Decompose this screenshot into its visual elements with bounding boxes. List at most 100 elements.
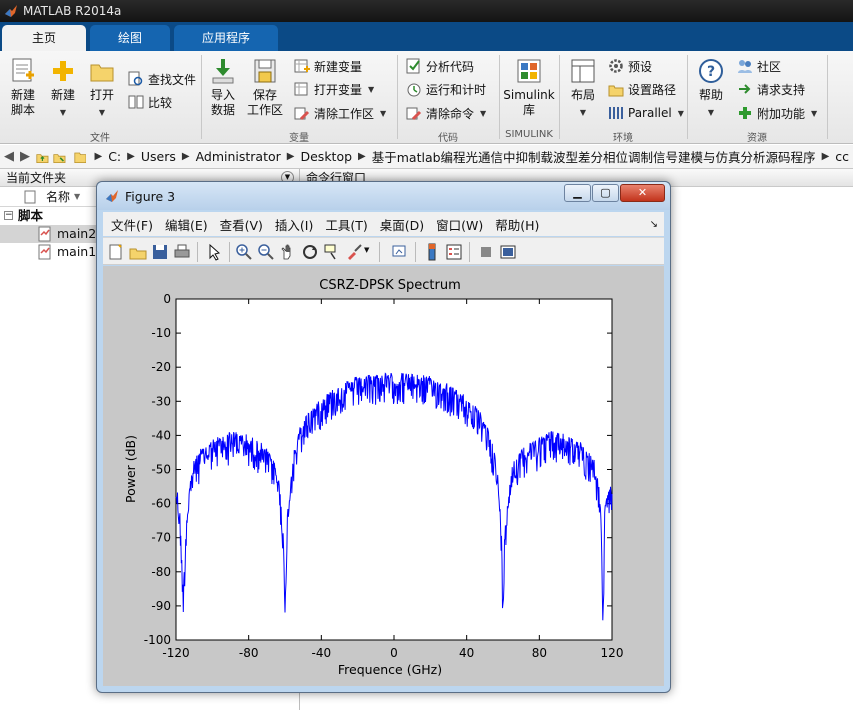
maximize-button[interactable]: ▢ <box>592 184 619 202</box>
legend-icon[interactable] <box>445 243 463 261</box>
brush-icon[interactable] <box>345 243 363 261</box>
menu-window[interactable]: 窗口(W) <box>436 215 483 234</box>
window-title: MATLAB R2014a <box>23 4 122 18</box>
clear-commands-caret-icon: ▼ <box>480 108 487 118</box>
pan-hand-icon[interactable] <box>279 243 297 261</box>
back-arrow-icon[interactable]: ◀ <box>4 149 14 164</box>
addons-icon <box>739 107 751 119</box>
clear-workspace-button[interactable]: 清除工作区 ▼ <box>294 103 386 123</box>
menu-file[interactable]: 文件(F) <box>111 215 153 234</box>
spectrum-plot[interactable]: 0 -10 -20 -30 -40 -50 -60 -70 -80 -90 -100 -120 -80… <box>103 266 664 686</box>
breadcrumb-item[interactable]: Desktop <box>300 149 352 164</box>
y-tick-label: -10 <box>151 326 171 340</box>
tab-apps[interactable]: 应用程序 <box>174 25 278 51</box>
request-support-icon <box>739 84 751 94</box>
browse-folder-icon[interactable] <box>53 149 66 165</box>
y-tick-label: -40 <box>151 428 171 442</box>
figure-toolbar: ▼ <box>103 237 664 265</box>
open-variable-icon <box>294 82 308 96</box>
new-script-button[interactable]: 新建 脚本 <box>6 57 40 118</box>
community-button[interactable]: 社区 <box>737 56 781 76</box>
up-folder-icon[interactable] <box>36 149 49 165</box>
open-file-icon[interactable] <box>129 243 147 261</box>
toolbar-separator <box>379 242 380 262</box>
open-button[interactable]: 打开 ▼ <box>86 57 118 120</box>
breadcrumb-item[interactable]: 基于matlab编程光通信中抑制载波型差分相位调制信号建模与仿真分析源码程序 <box>372 147 816 166</box>
menu-edit[interactable]: 编辑(E) <box>165 215 208 234</box>
minimize-button[interactable]: ▁ <box>564 184 591 202</box>
breadcrumb-item[interactable]: Administrator <box>196 149 281 164</box>
show-plot-tools-icon[interactable] <box>499 243 517 261</box>
data-cursor-icon[interactable] <box>323 243 341 261</box>
help-button[interactable]: ? 帮助 ▼ <box>694 57 728 120</box>
run-and-time-icon <box>407 83 421 97</box>
y-tick-label: -60 <box>151 497 171 511</box>
new-button[interactable]: 新建 ▼ <box>46 57 80 120</box>
ribbon-toolstrip: 新建 脚本 新建 ▼ 打开 ▼ 查找文件 比较 文件 导入 数据 保存 工作区 … <box>0 51 853 144</box>
analyze-code-button[interactable]: 分析代码 <box>406 56 474 76</box>
help-dropdown-caret-icon: ▼ <box>707 108 715 117</box>
breadcrumb-separator: ▶ <box>358 151 366 162</box>
layout-button[interactable]: 布局 ▼ <box>566 57 600 120</box>
colorbar-icon[interactable] <box>423 243 441 261</box>
dock-arrow-icon[interactable]: ↘ <box>650 219 658 230</box>
simulink-library-button[interactable]: Simulink 库 <box>503 57 555 118</box>
pointer-icon[interactable] <box>205 243 223 261</box>
close-button[interactable]: ✕ <box>620 184 665 202</box>
tab-plots[interactable]: 绘图 <box>90 25 170 51</box>
import-data-button[interactable]: 导入 数据 <box>206 57 240 118</box>
request-support-button[interactable]: 请求支持 <box>737 79 805 99</box>
hide-plot-tools-icon[interactable] <box>477 243 495 261</box>
y-tick-label: -80 <box>151 565 171 579</box>
save-workspace-button[interactable]: 保存 工作区 <box>246 57 284 118</box>
breadcrumb-separator: ▶ <box>127 151 135 162</box>
set-path-label: 设置路径 <box>628 82 677 97</box>
new-dropdown-caret-icon: ▼ <box>59 108 67 117</box>
breadcrumb-item[interactable]: C: <box>108 149 121 164</box>
new-figure-icon[interactable] <box>107 243 125 261</box>
open-variable-button[interactable]: 打开变量 ▼ <box>294 79 374 99</box>
find-files-button[interactable]: 查找文件 <box>128 69 196 89</box>
menu-insert[interactable]: 插入(I) <box>275 215 313 234</box>
save-icon[interactable] <box>151 243 169 261</box>
x-tick-label: -80 <box>239 646 259 660</box>
clear-workspace-label: 清除工作区 <box>314 106 375 121</box>
breadcrumb-item[interactable]: Users <box>141 149 176 164</box>
run-and-time-button[interactable]: 运行和计时 <box>406 79 486 99</box>
menu-desktop[interactable]: 桌面(D) <box>380 215 424 234</box>
tab-home[interactable]: 主页 <box>2 25 86 51</box>
forward-arrow-icon[interactable]: ▶ <box>20 149 30 164</box>
collapse-toggle-icon[interactable]: − <box>4 211 13 220</box>
layout-dropdown-caret-icon: ▼ <box>579 108 587 117</box>
matlab-figure-icon <box>106 190 118 202</box>
y-tick-label: -90 <box>151 599 171 613</box>
set-path-icon <box>608 85 624 97</box>
zoom-out-icon[interactable] <box>257 243 275 261</box>
axes-background[interactable] <box>175 298 613 641</box>
import-data-label: 导入 数据 <box>210 88 235 117</box>
new-variable-button[interactable]: 新建变量 <box>294 56 362 76</box>
menu-view[interactable]: 查看(V) <box>220 215 263 234</box>
brush-caret-icon[interactable]: ▼ <box>364 246 369 254</box>
preferences-button[interactable]: 预设 <box>608 56 652 76</box>
print-icon[interactable] <box>173 243 191 261</box>
breadcrumb-item[interactable]: cc <box>835 149 849 164</box>
compare-button[interactable]: 比较 <box>128 92 172 112</box>
menu-help[interactable]: 帮助(H) <box>495 215 539 234</box>
parallel-icon <box>609 107 623 119</box>
help-label: 帮助 <box>698 88 723 102</box>
menu-tools[interactable]: 工具(T) <box>325 215 367 234</box>
rotate-3d-icon[interactable] <box>301 243 319 261</box>
resources-group-label: 资源 <box>747 133 767 144</box>
figure-title: Figure 3 <box>125 188 176 204</box>
open-dropdown-caret-icon: ▼ <box>98 108 106 117</box>
set-path-button[interactable]: 设置路径 <box>608 79 676 99</box>
link-plot-icon[interactable] <box>391 243 409 261</box>
zoom-in-icon[interactable] <box>235 243 253 261</box>
new-script-icon <box>12 58 34 82</box>
parallel-button[interactable]: Parallel ▼ <box>608 103 684 123</box>
figure-canvas[interactable]: 0 -10 -20 -30 -40 -50 -60 -70 -80 -90 -100 -120 -80… <box>103 266 664 686</box>
clear-commands-button[interactable]: 清除命令 ▼ <box>406 103 486 123</box>
addons-button[interactable]: 附加功能 ▼ <box>737 103 817 123</box>
toolbar-separator <box>469 242 470 262</box>
